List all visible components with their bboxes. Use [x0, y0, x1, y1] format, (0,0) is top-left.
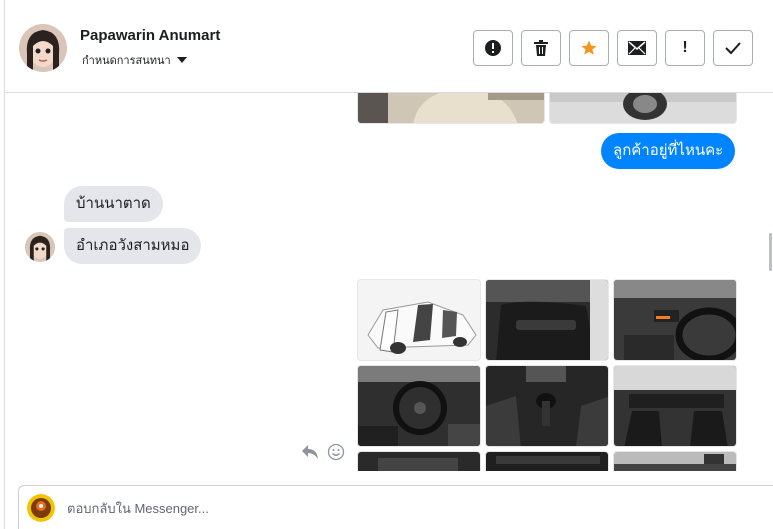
steering-wheel-dashboard-photo[interactable] [357, 365, 481, 447]
incoming-message[interactable]: บ้านนาตาด [64, 186, 163, 222]
check-icon [725, 42, 741, 55]
car-exterior-wheel-photo[interactable] [549, 93, 737, 124]
message-actions [301, 443, 345, 461]
conversation-label: กำหนดการสนทนา [82, 55, 171, 67]
scroll-thumb[interactable] [769, 233, 772, 271]
message-input[interactable] [67, 492, 757, 524]
smiley-icon[interactable] [327, 443, 345, 461]
trash-icon [534, 40, 548, 56]
dark-interior-detail-photo[interactable] [485, 451, 609, 471]
front-seats-interior-photo[interactable] [613, 365, 737, 447]
contact-avatar-small[interactable] [25, 232, 55, 262]
spam-button[interactable] [473, 30, 513, 66]
conversation-header: Papawarin Anumart กำหนดการสนทนา ! [5, 0, 773, 93]
follow-up-button[interactable]: ! [665, 30, 705, 66]
contact-avatar[interactable] [19, 24, 67, 72]
incoming-message[interactable]: อำเภอวังสามหมอ [64, 228, 202, 264]
door-panel-interior-photo[interactable] [485, 279, 609, 361]
star-icon [581, 40, 597, 55]
contact-name[interactable]: Papawarin Anumart [80, 27, 220, 44]
delete-button[interactable] [521, 30, 561, 66]
exclamation-icon: ! [682, 39, 688, 56]
dashboard-console-photo[interactable] [613, 279, 737, 361]
reply-arrow-icon[interactable] [301, 444, 319, 460]
chevron-down-icon [176, 57, 187, 63]
car-interior-seat-photo[interactable] [357, 93, 545, 124]
reply-composer [18, 485, 773, 529]
interior-roof-photo[interactable] [613, 451, 737, 471]
message-thread[interactable]: ลูกค้าอยู่ที่ไหนคะ บ้านนาตาด อำเภอวังสาม… [5, 93, 765, 471]
done-button[interactable] [713, 30, 753, 66]
page-avatar [27, 494, 55, 522]
messenger-conversation-panel: Papawarin Anumart กำหนดการสนทนา ! ลูกค้า… [0, 0, 773, 529]
engine-bay-photo[interactable] [357, 451, 481, 471]
gear-shifter-photo[interactable] [485, 365, 609, 447]
outgoing-message[interactable]: ลูกค้าอยู่ที่ไหนคะ [601, 133, 736, 169]
mark-unread-button[interactable] [617, 30, 657, 66]
message-scrollbar[interactable] [766, 93, 773, 471]
envelope-icon [628, 41, 646, 55]
exclamation-circle-icon [485, 40, 501, 56]
white-car-open-doors-photo[interactable] [357, 279, 481, 361]
conversation-label-dropdown[interactable]: กำหนดการสนทนา [82, 51, 187, 69]
star-button[interactable] [569, 30, 609, 66]
